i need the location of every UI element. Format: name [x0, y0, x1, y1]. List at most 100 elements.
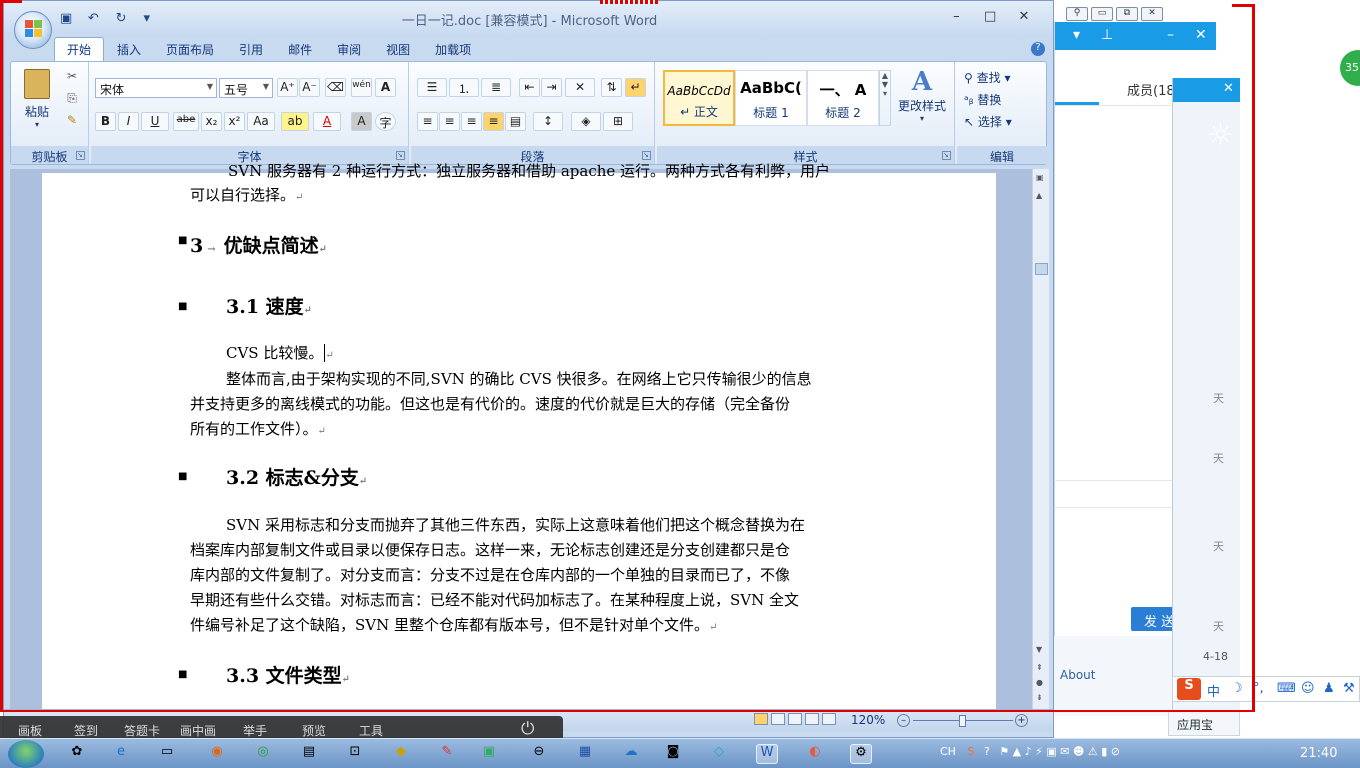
subscript-button[interactable]: x₂	[201, 112, 222, 131]
tab-home[interactable]: 开始	[54, 37, 105, 61]
office-button[interactable]	[14, 11, 52, 49]
about-link[interactable]: About	[1060, 668, 1095, 682]
list-item[interactable]: 天	[1213, 390, 1224, 406]
select-button[interactable]: ↖ 选择 ▾	[963, 112, 1043, 132]
user-icon[interactable]: ⚲	[1066, 7, 1088, 21]
print-layout-icon[interactable]	[754, 713, 768, 725]
superscript-button[interactable]: x²	[224, 112, 245, 131]
app-icon[interactable]: ⊖	[528, 744, 550, 764]
web-layout-icon[interactable]	[788, 713, 802, 725]
align-left-icon[interactable]: ≡	[417, 112, 438, 131]
rec-item-raise-hand[interactable]: 举手	[243, 722, 267, 739]
close-icon[interactable]: ✕	[1223, 81, 1234, 96]
close-icon[interactable]: ✕	[1141, 7, 1163, 21]
tab-view[interactable]: 视图	[374, 38, 422, 62]
document-page[interactable]: SVN 服务器有 2 种运行方式：独立服务器和借助 apache 运行。两种方式…	[42, 162, 996, 709]
replace-button[interactable]: ᵃᵦ 替换	[963, 90, 1043, 110]
bold-button[interactable]: B	[95, 112, 116, 131]
list-item[interactable]: 天	[1213, 450, 1224, 466]
rec-item-pip[interactable]: 画中画	[180, 722, 216, 739]
ime-mode[interactable]: 中	[1207, 681, 1220, 700]
show-marks-icon[interactable]: ↵	[625, 78, 646, 97]
rec-item-whiteboard[interactable]: 画板	[18, 722, 42, 739]
format-painter-icon[interactable]: ✎	[63, 112, 81, 130]
font-family-select[interactable]: 宋体 ▼	[95, 78, 217, 98]
minimize-icon[interactable]: –	[1167, 27, 1174, 43]
asian-layout-icon[interactable]: ✕	[565, 78, 595, 97]
cut-icon[interactable]: ✂	[63, 68, 81, 86]
grow-font-button[interactable]: A⁺	[277, 78, 298, 97]
list-item[interactable]: 天	[1213, 538, 1224, 554]
align-right-icon[interactable]: ≡	[461, 112, 482, 131]
numbering-icon[interactable]: ⒈	[449, 78, 479, 97]
sogou-tray-icon[interactable]: S	[967, 745, 974, 758]
restore-icon[interactable]: ⧉	[1116, 7, 1138, 21]
app-icon[interactable]: ▣	[478, 744, 500, 764]
close-button[interactable]: ✕	[1009, 9, 1039, 24]
dialog-launcher-icon[interactable]: ↘	[942, 151, 951, 160]
power-icon[interactable]: ⏻	[521, 719, 534, 739]
font-size-select[interactable]: 五号 ▼	[219, 78, 273, 98]
styles-scroll-icon[interactable]: ▲ ▼ ▾	[879, 70, 891, 126]
font-color-icon[interactable]: A	[313, 112, 341, 131]
folder-icon[interactable]: ▭	[156, 744, 178, 764]
tray-icons[interactable]: ⚑ ▲ ♪ ⚡ ▣ ✉ ☻ ⚠ ▮ ⊘	[999, 745, 1120, 758]
tab-addins[interactable]: 加载项	[423, 38, 483, 62]
zoom-slider[interactable]: – +	[897, 714, 1031, 728]
keyboard-icon[interactable]: ⌨	[1277, 681, 1296, 696]
sort-icon[interactable]: ⇅	[601, 78, 622, 97]
increase-indent-icon[interactable]: ⇥	[541, 78, 562, 97]
find-button[interactable]: ⚲ 查找 ▾	[963, 68, 1043, 88]
notepad-icon[interactable]: ▤	[298, 744, 320, 764]
firefox-icon[interactable]: ◉	[206, 744, 228, 764]
sogou-logo-icon[interactable]: S	[1177, 678, 1201, 700]
close-icon[interactable]: ✕	[1195, 27, 1207, 43]
justify-icon[interactable]: ≡	[483, 112, 504, 131]
zoom-level[interactable]: 120%	[851, 713, 885, 727]
zoom-in-icon[interactable]: +	[1015, 714, 1028, 727]
app-icon[interactable]: ◐	[804, 744, 826, 764]
change-styles-button[interactable]: A 更改样式 ▾	[893, 66, 951, 128]
start-button[interactable]	[8, 740, 44, 768]
phonetic-guide-button[interactable]: wén	[351, 78, 372, 97]
zoom-out-icon[interactable]: –	[897, 714, 910, 727]
tab-page-layout[interactable]: 页面布局	[154, 38, 226, 62]
scroll-up-icon[interactable]: ▲	[1036, 191, 1042, 200]
window-app-icon[interactable]: ⊡	[344, 744, 366, 764]
app-icon[interactable]: ◆	[390, 744, 412, 764]
multilevel-list-icon[interactable]: ≣	[481, 78, 511, 97]
ie-icon[interactable]: e	[110, 744, 132, 764]
char-shading-icon[interactable]: A	[351, 112, 372, 131]
underline-button[interactable]: U	[141, 112, 169, 131]
previous-page-icon[interactable]: ⇞	[1036, 663, 1043, 672]
notification-badge[interactable]: 35	[1340, 50, 1360, 86]
dialog-launcher-icon[interactable]: ↘	[76, 151, 85, 160]
paste-button[interactable]: 粘贴 ▾	[17, 66, 57, 132]
pin-icon[interactable]: ⊥	[1101, 27, 1113, 43]
clock[interactable]: 21:40	[1300, 746, 1337, 761]
moon-icon[interactable]: ☽	[1231, 681, 1243, 696]
full-screen-reading-icon[interactable]	[771, 713, 785, 725]
chevron-down-icon[interactable]: ▾	[1073, 27, 1080, 43]
next-page-icon[interactable]: ⇟	[1036, 693, 1043, 702]
line-spacing-icon[interactable]: ↕	[533, 112, 563, 131]
align-center-icon[interactable]: ≡	[439, 112, 460, 131]
tab-insert[interactable]: 插入	[105, 38, 153, 62]
style-normal[interactable]: AaBbCcDd ↵ 正文	[663, 70, 735, 126]
maximize-button[interactable]: □	[975, 9, 1005, 24]
app-icon[interactable]: ✎	[436, 744, 458, 764]
app-icon[interactable]: ◙	[662, 744, 684, 764]
wrench-icon[interactable]: ⚒	[1343, 681, 1355, 696]
decrease-indent-icon[interactable]: ⇤	[519, 78, 540, 97]
skin-icon[interactable]: ♟	[1323, 681, 1335, 696]
strikethrough-button[interactable]: abe	[173, 112, 199, 131]
tab-mailings[interactable]: 邮件	[276, 38, 324, 62]
shading-icon[interactable]: ◈	[571, 112, 601, 131]
language-indicator[interactable]: CH	[940, 745, 956, 758]
app-icon[interactable]: ☁	[620, 744, 642, 764]
shrink-font-button[interactable]: A⁻	[299, 78, 320, 97]
colorful-app-icon[interactable]: ✿	[66, 744, 88, 764]
borders-icon[interactable]: ⊞	[603, 112, 633, 131]
bullets-icon[interactable]: ☰	[417, 78, 447, 97]
rec-item-answer-card[interactable]: 答题卡	[124, 722, 160, 739]
